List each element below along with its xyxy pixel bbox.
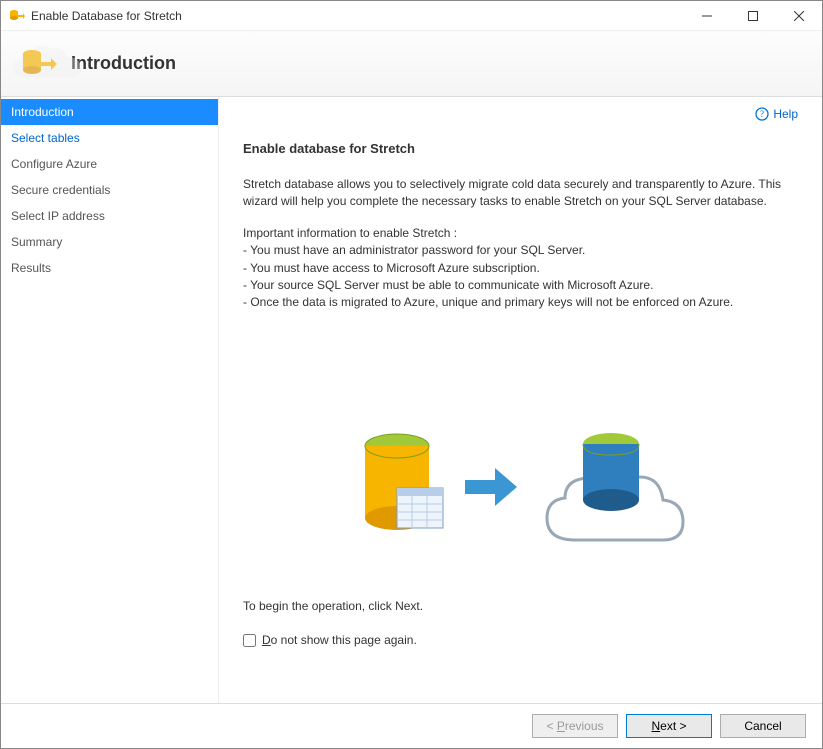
content-pane: ? Help Enable database for Stretch Stret… — [219, 97, 822, 703]
previous-label: < Previous — [546, 719, 603, 733]
svg-text:?: ? — [760, 109, 764, 119]
titlebar: Enable Database for Stretch — [1, 1, 822, 31]
footer: < Previous Next > Cancel — [1, 703, 822, 748]
sidebar-item-configure-azure: Configure Azure — [1, 151, 218, 177]
illustration — [357, 422, 685, 552]
cancel-label: Cancel — [744, 719, 781, 733]
app-icon — [9, 8, 25, 24]
bullet-1: - You must have access to Microsoft Azur… — [243, 260, 798, 277]
sidebar-item-label: Select tables — [11, 131, 80, 145]
sidebar-item-label: Summary — [11, 235, 62, 249]
sidebar-item-summary: Summary — [1, 229, 218, 255]
maximize-button[interactable] — [730, 1, 776, 30]
intro-paragraph: Stretch database allows you to selective… — [243, 176, 798, 211]
sidebar: Introduction Select tables Configure Azu… — [1, 97, 219, 703]
help-icon: ? — [755, 107, 769, 121]
cloud-bg-icon — [5, 37, 95, 87]
sidebar-item-label: Results — [11, 261, 51, 275]
sidebar-item-select-ip: Select IP address — [1, 203, 218, 229]
sidebar-item-label: Introduction — [11, 105, 74, 119]
minimize-button[interactable] — [684, 1, 730, 30]
previous-button: < Previous — [532, 714, 618, 738]
next-button[interactable]: Next > — [626, 714, 712, 738]
help-label: Help — [773, 107, 798, 121]
dont-show-label: Do not show this page again. — [262, 633, 417, 647]
azure-cloud-icon — [535, 422, 685, 552]
next-label: Next > — [651, 719, 686, 733]
cancel-button[interactable]: Cancel — [720, 714, 806, 738]
begin-text: To begin the operation, click Next. — [243, 598, 798, 615]
content-heading: Enable database for Stretch — [243, 141, 798, 156]
sidebar-item-results: Results — [1, 255, 218, 281]
header-band: Introduction — [1, 31, 822, 97]
sidebar-item-select-tables[interactable]: Select tables — [1, 125, 218, 151]
dont-show-checkbox-row[interactable]: Do not show this page again. — [243, 633, 798, 647]
arrow-right-icon — [461, 462, 521, 512]
help-link[interactable]: ? Help — [755, 107, 798, 121]
bullet-3: - Once the data is migrated to Azure, un… — [243, 294, 798, 311]
important-label: Important information to enable Stretch … — [243, 225, 798, 242]
body-text: Stretch database allows you to selective… — [243, 176, 798, 312]
sidebar-item-label: Configure Azure — [11, 157, 97, 171]
main-area: Introduction Select tables Configure Azu… — [1, 97, 822, 703]
window-title: Enable Database for Stretch — [31, 9, 684, 23]
sidebar-item-label: Select IP address — [11, 209, 105, 223]
sidebar-item-secure-credentials: Secure credentials — [1, 177, 218, 203]
bullet-0: - You must have an administrator passwor… — [243, 242, 798, 259]
dont-show-checkbox[interactable] — [243, 634, 256, 647]
database-icon — [357, 432, 447, 542]
close-button[interactable] — [776, 1, 822, 30]
sidebar-item-introduction[interactable]: Introduction — [1, 99, 218, 125]
bullet-2: - Your source SQL Server must be able to… — [243, 277, 798, 294]
sidebar-item-label: Secure credentials — [11, 183, 110, 197]
window-controls — [684, 1, 822, 30]
